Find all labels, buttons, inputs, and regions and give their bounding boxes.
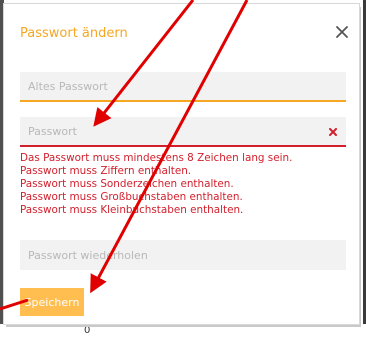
old-password-input[interactable]	[20, 72, 346, 100]
background-glyph: 0	[84, 325, 91, 336]
backdrop-bottom	[0, 324, 366, 338]
clear-password-button[interactable]	[326, 125, 340, 139]
error-message: Passwort muss Großbuchstaben enthalten.	[20, 191, 243, 203]
save-button[interactable]: Speichern	[20, 288, 84, 316]
clear-icon	[329, 128, 337, 136]
validation-error-list: Das Passwort muss mindestens 8 Zeichen l…	[20, 152, 292, 217]
change-password-dialog: Passwort ändern Das Passwort muss mindes…	[4, 4, 359, 324]
error-message: Passwort muss Sonderzeichen enthalten.	[20, 178, 234, 190]
repeat-password-field-wrapper	[20, 240, 346, 270]
close-button[interactable]	[330, 20, 354, 44]
error-message: Passwort muss Kleinbuchstaben enthalten.	[20, 204, 244, 216]
old-password-field-wrapper	[20, 72, 346, 102]
close-icon	[336, 26, 348, 38]
error-message: Passwort muss Ziffern enthalten.	[20, 165, 192, 177]
new-password-input[interactable]	[20, 117, 346, 145]
repeat-password-input[interactable]	[20, 240, 346, 270]
error-message: Das Passwort muss mindestens 8 Zeichen l…	[20, 152, 293, 164]
new-password-field-wrapper	[20, 117, 346, 147]
dialog-title: Passwort ändern	[20, 26, 128, 41]
